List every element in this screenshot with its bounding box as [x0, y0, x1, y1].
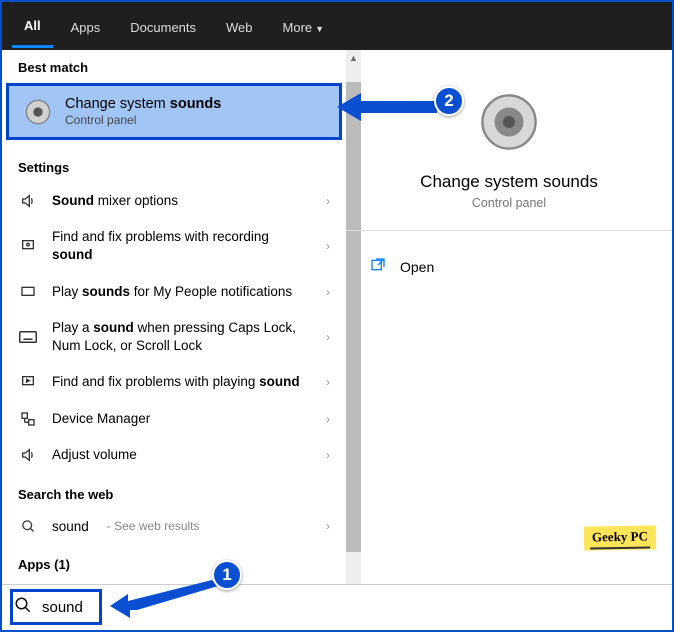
settings-item-fix-recording[interactable]: Find and fix problems with recording sou… — [2, 219, 346, 273]
web-hint: - See web results — [107, 519, 200, 533]
chevron-right-icon: › — [326, 239, 330, 253]
settings-item-lock-keys-sound[interactable]: Play a sound when pressing Caps Lock, Nu… — [2, 310, 346, 364]
settings-item-adjust-volume[interactable]: Adjust volume › — [2, 437, 346, 473]
best-match-result[interactable]: Change system sounds Control panel — [6, 83, 342, 140]
chevron-right-icon: › — [326, 330, 330, 344]
settings-heading: Settings — [2, 146, 346, 183]
preview-subtitle: Control panel — [366, 196, 652, 210]
volume-icon — [18, 447, 38, 463]
preview-title: Change system sounds — [366, 172, 652, 192]
best-match-title: Change system sounds — [65, 96, 221, 112]
item-label: Play sounds for My People notifications — [52, 283, 330, 301]
speaker-settings-icon — [18, 374, 38, 390]
chevron-right-icon: › — [326, 285, 330, 299]
preview-pane: Change system sounds Control panel Open … — [346, 50, 672, 584]
search-icon — [18, 519, 38, 534]
apps-heading: Apps (1) — [2, 543, 346, 580]
item-label: Sound mixer options — [52, 192, 330, 210]
chevron-down-icon: ▼ — [315, 24, 324, 34]
chevron-right-icon: › — [326, 375, 330, 389]
notification-icon — [18, 284, 38, 300]
settings-item-sound-mixer[interactable]: Sound mixer options › — [2, 183, 346, 219]
best-match-subtitle: Control panel — [65, 113, 221, 127]
watermark: Geeky PC — [584, 525, 656, 550]
search-web-heading: Search the web — [2, 473, 346, 510]
chevron-right-icon: › — [326, 519, 330, 533]
tab-all[interactable]: All — [12, 4, 53, 48]
open-action[interactable]: Open — [366, 251, 652, 282]
open-icon — [370, 257, 386, 276]
divider — [346, 230, 672, 231]
chevron-right-icon: › — [326, 448, 330, 462]
search-input[interactable] — [42, 599, 660, 616]
keyboard-icon — [18, 330, 38, 344]
tab-web[interactable]: Web — [214, 6, 265, 47]
item-label: Find and fix problems with playing sound — [52, 373, 330, 391]
item-label: Device Manager — [52, 410, 330, 428]
chevron-right-icon: › — [326, 194, 330, 208]
web-term: sound — [52, 519, 89, 534]
tab-documents[interactable]: Documents — [118, 6, 208, 47]
device-manager-icon — [18, 411, 38, 427]
best-match-heading: Best match — [2, 50, 346, 83]
microphone-settings-icon — [18, 238, 38, 254]
speaker-large-icon — [477, 90, 541, 154]
search-icon — [14, 596, 32, 619]
results-list: Best match Change system sounds Control … — [2, 50, 346, 584]
item-label: Adjust volume — [52, 446, 330, 464]
web-search-item[interactable]: sound - See web results › — [2, 510, 346, 543]
tab-more[interactable]: More▼ — [271, 6, 337, 47]
search-filter-tabs: All Apps Documents Web More▼ — [2, 2, 672, 50]
item-label: Play a sound when pressing Caps Lock, Nu… — [52, 319, 330, 355]
item-label: Find and fix problems with recording sou… — [52, 228, 330, 264]
chevron-right-icon: › — [326, 412, 330, 426]
settings-item-device-manager[interactable]: Device Manager › — [2, 401, 346, 437]
settings-item-fix-playing[interactable]: Find and fix problems with playing sound… — [2, 364, 346, 400]
volume-icon — [18, 193, 38, 209]
speaker-icon — [23, 97, 53, 127]
settings-item-my-people-sounds[interactable]: Play sounds for My People notifications … — [2, 274, 346, 310]
search-bar — [2, 584, 672, 630]
open-label: Open — [400, 259, 434, 275]
tab-apps[interactable]: Apps — [59, 6, 113, 47]
